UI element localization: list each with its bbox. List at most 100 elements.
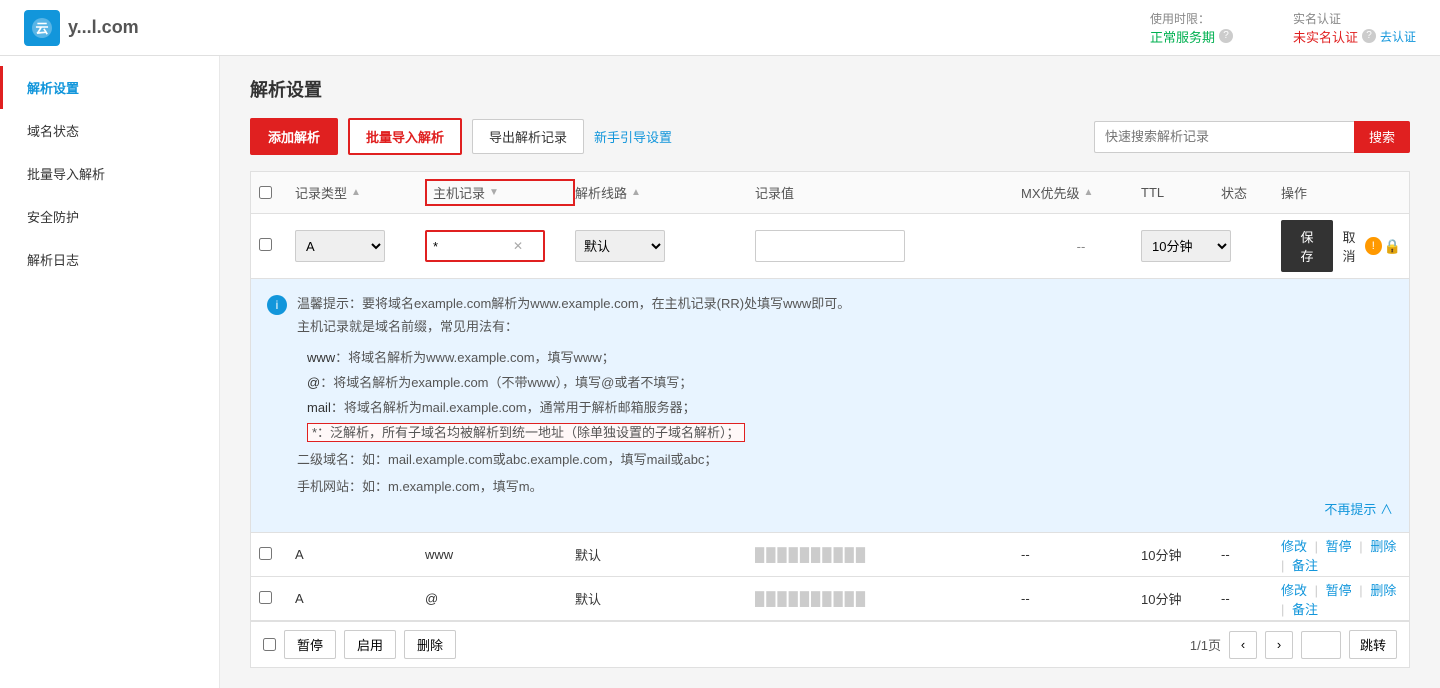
tip-box-inner: i 温馨提示：要将域名example.com解析为www.example.com…: [267, 293, 1393, 518]
row1-value: ██████████: [755, 547, 1021, 562]
edit-action-cell: 保存 取消 ! 🔒: [1281, 220, 1401, 272]
svg-text:云: 云: [35, 21, 48, 36]
host-sort-icon[interactable]: ▼: [489, 187, 499, 198]
th-status: 状态: [1221, 183, 1281, 202]
jump-button[interactable]: 跳转: [1349, 630, 1397, 659]
th-value: 记录值: [755, 183, 1021, 202]
question-icon[interactable]: ?: [1219, 29, 1233, 43]
host-clear-icon[interactable]: ✕: [513, 239, 523, 253]
sidebar-item-parse-settings[interactable]: 解析设置: [0, 66, 219, 109]
tip-line-mail: mail：将域名解析为mail.example.com，通常用于解析邮箱服务器；: [307, 397, 1393, 416]
cancel-button[interactable]: 取消: [1337, 227, 1361, 265]
host-input[interactable]: [433, 239, 513, 254]
tip-line-wildcard: *：泛解析，所有子域名均被解析到统一地址（除单独设置的子域名解析）；: [307, 422, 1393, 441]
row2-line: 默认: [575, 589, 755, 608]
bottom-checkbox[interactable]: [263, 638, 276, 651]
enable-button[interactable]: 启用: [344, 630, 396, 659]
th-line: 解析线路 ▲: [575, 183, 755, 202]
row1-mx: --: [1021, 547, 1141, 562]
type-select[interactable]: A CNAME MX TXT AAAA: [295, 230, 385, 262]
usage-value: 正常服务期 ?: [1150, 27, 1233, 46]
edit-type-cell: A CNAME MX TXT AAAA: [295, 230, 425, 262]
lock-icon: 🔒: [1384, 238, 1401, 255]
row1-ttl: 10分钟: [1141, 545, 1221, 564]
mx-sort-icon[interactable]: ▲: [1084, 187, 1094, 198]
header-checkbox[interactable]: [259, 186, 272, 199]
edit-row-checkbox[interactable]: [259, 238, 272, 251]
edit-checkbox-cell: [259, 238, 295, 254]
sidebar-item-security[interactable]: 安全防护: [0, 195, 219, 238]
pagination: 1/1页 ‹ › 跳转: [1190, 630, 1397, 659]
prev-page-button[interactable]: ‹: [1229, 631, 1257, 659]
row1-stop-link[interactable]: 暂停: [1326, 539, 1352, 554]
search-area: 搜索: [1094, 121, 1410, 153]
guide-button[interactable]: 新手引导设置: [594, 120, 672, 153]
tip-extra2: 手机网站：如：m.example.com，填写m。: [297, 476, 1393, 495]
row1-actions: 修改 | 暂停 | 删除 | 备注: [1281, 536, 1401, 574]
sidebar-item-parse-log[interactable]: 解析日志: [0, 238, 219, 281]
hide-tip-button[interactable]: 不再提示 ∧: [297, 499, 1393, 518]
row1-edit-link[interactable]: 修改: [1281, 539, 1307, 554]
th-host: 主机记录 ▼: [425, 179, 575, 206]
stop-button[interactable]: 暂停: [284, 630, 336, 659]
type-sort-icon[interactable]: ▲: [351, 187, 361, 198]
logo-icon: 云: [24, 10, 60, 46]
row1-delete-link[interactable]: 删除: [1370, 539, 1396, 554]
table-header: 记录类型 ▲ 主机记录 ▼ 解析线路 ▲ 记录值 MX优先级 ▲: [251, 172, 1409, 214]
toolbar: 添加解析 批量导入解析 导出解析记录 新手引导设置 搜索: [250, 118, 1410, 155]
row1-status: --: [1221, 547, 1281, 562]
table-container: 记录类型 ▲ 主机记录 ▼ 解析线路 ▲ 记录值 MX优先级 ▲: [250, 171, 1410, 668]
row2-note-link[interactable]: 备注: [1292, 602, 1318, 617]
add-parse-button[interactable]: 添加解析: [250, 118, 338, 155]
row2-ttl: 10分钟: [1141, 589, 1221, 608]
tip-main-text: 温馨提示：要将域名example.com解析为www.example.com，在…: [297, 293, 1393, 312]
delete-button[interactable]: 删除: [404, 630, 456, 659]
logo: 云 y...l.com: [24, 10, 139, 46]
logo-text: y...l.com: [68, 17, 139, 38]
auth-question-icon[interactable]: ?: [1362, 29, 1376, 43]
edit-host-cell: ✕: [425, 230, 575, 262]
layout: 解析设置 域名状态 批量导入解析 安全防护 解析日志 解析设置 添加解析 批量导…: [0, 56, 1440, 688]
th-type: 记录类型 ▲: [295, 183, 425, 202]
page-jump-input[interactable]: [1301, 631, 1341, 659]
auth-link[interactable]: 去认证: [1380, 28, 1416, 45]
tip-extra1: 二级域名：如：mail.example.com或abc.example.com，…: [297, 449, 1393, 468]
sidebar: 解析设置 域名状态 批量导入解析 安全防护 解析日志: [0, 56, 220, 688]
table-row: A www 默认 ██████████ -- 10分钟 -- 修改 | 暂停 |…: [251, 533, 1409, 577]
ttl-select[interactable]: 10分钟 30分钟 1小时: [1141, 230, 1231, 262]
tip-line-www: www：将域名解析为www.example.com，填写www；: [307, 347, 1393, 366]
row2-value: ██████████: [755, 591, 1021, 606]
line-sort-icon[interactable]: ▲: [631, 187, 641, 198]
tip-line-at: @：将域名解析为example.com（不带www），填写@或者不填写；: [307, 372, 1393, 391]
batch-import-button[interactable]: 批量导入解析: [348, 118, 462, 155]
header: 云 y...l.com 使用时限： 正常服务期 ? 实名认证 未实名认证 ? 去…: [0, 0, 1440, 56]
search-button[interactable]: 搜索: [1354, 121, 1410, 153]
table-row: A @ 默认 ██████████ -- 10分钟 -- 修改 | 暂停 | 删…: [251, 577, 1409, 621]
row2-type: A: [295, 591, 425, 606]
search-input[interactable]: [1094, 121, 1354, 153]
auth-info: 实名认证 未实名认证 ? 去认证: [1293, 10, 1416, 46]
tip-content: 温馨提示：要将域名example.com解析为www.example.com，在…: [297, 293, 1393, 518]
row2-checkbox: [259, 591, 295, 607]
sidebar-item-domain-status[interactable]: 域名状态: [0, 109, 219, 152]
export-button[interactable]: 导出解析记录: [472, 119, 584, 154]
th-checkbox: [259, 186, 295, 199]
edit-value-cell: [755, 230, 1021, 262]
page-title: 解析设置: [250, 76, 1410, 102]
bottom-bar: 暂停 启用 删除 1/1页 ‹ › 跳转: [251, 621, 1409, 667]
row2-edit-link[interactable]: 修改: [1281, 583, 1307, 598]
record-value-input[interactable]: [755, 230, 905, 262]
sidebar-item-batch-import[interactable]: 批量导入解析: [0, 152, 219, 195]
row1-note-link[interactable]: 备注: [1292, 558, 1318, 573]
auth-value: 未实名认证 ? 去认证: [1293, 27, 1416, 46]
save-button[interactable]: 保存: [1281, 220, 1333, 272]
edit-row: A CNAME MX TXT AAAA ✕ 默认: [251, 214, 1409, 279]
tip-lines: www：将域名解析为www.example.com，填写www； @：将域名解析…: [297, 347, 1393, 441]
next-page-button[interactable]: ›: [1265, 631, 1293, 659]
warning-icon: !: [1365, 237, 1382, 255]
row1-line: 默认: [575, 545, 755, 564]
tip-box: i 温馨提示：要将域名example.com解析为www.example.com…: [251, 279, 1409, 533]
row2-stop-link[interactable]: 暂停: [1326, 583, 1352, 598]
row2-delete-link[interactable]: 删除: [1370, 583, 1396, 598]
route-select[interactable]: 默认 电信 联通: [575, 230, 665, 262]
